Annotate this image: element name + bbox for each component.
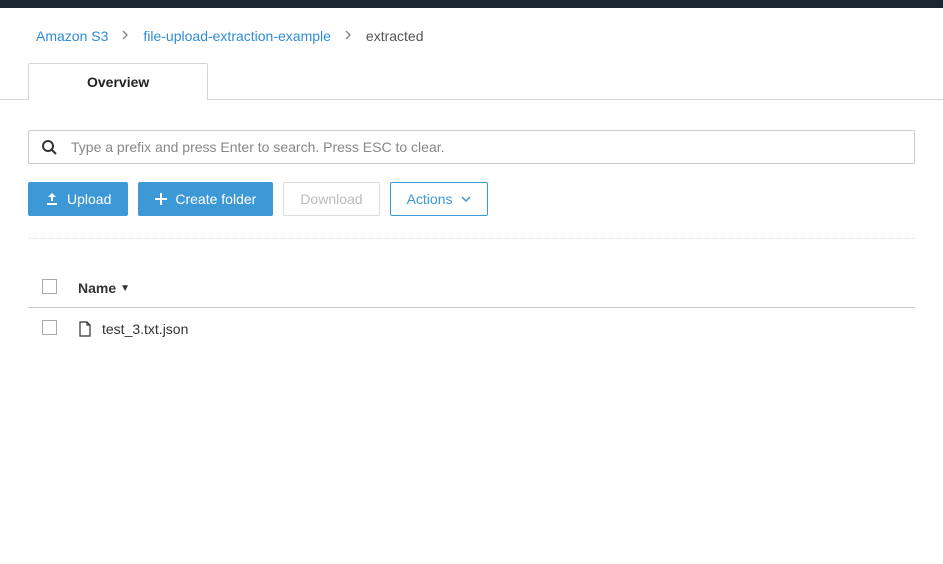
actions-label: Actions (407, 191, 453, 207)
top-bar (0, 0, 943, 8)
table-row[interactable]: test_3.txt.json (28, 308, 915, 350)
search-input[interactable] (71, 139, 902, 155)
upload-icon (45, 192, 59, 206)
object-table: Name ▼ test_3.txt.json (28, 269, 915, 350)
table-header: Name ▼ (28, 269, 915, 308)
upload-button[interactable]: Upload (28, 182, 128, 216)
tab-overview[interactable]: Overview (28, 63, 208, 100)
file-icon (78, 321, 92, 337)
plus-icon (155, 193, 167, 205)
breadcrumb-link-root[interactable]: Amazon S3 (36, 28, 108, 44)
create-folder-label: Create folder (175, 191, 256, 207)
download-button: Download (283, 182, 379, 216)
search-bar (28, 130, 915, 164)
tabs-container: Overview (0, 62, 943, 100)
content-area: Upload Create folder Download Actions (0, 100, 943, 350)
create-folder-button[interactable]: Create folder (138, 182, 273, 216)
search-icon (41, 139, 57, 155)
file-name: test_3.txt.json (102, 321, 188, 337)
chevron-right-icon (122, 29, 129, 43)
sort-caret-icon: ▼ (120, 283, 130, 294)
actions-button[interactable]: Actions (390, 182, 488, 216)
breadcrumb-current: extracted (366, 28, 424, 44)
chevron-right-icon (345, 29, 352, 43)
select-all-checkbox[interactable] (42, 279, 57, 294)
toolbar: Upload Create folder Download Actions (28, 182, 915, 239)
column-header-name[interactable]: Name ▼ (78, 280, 130, 296)
column-name-label: Name (78, 280, 116, 296)
upload-label: Upload (67, 191, 111, 207)
chevron-down-icon (461, 196, 471, 202)
row-checkbox[interactable] (42, 320, 57, 335)
breadcrumb: Amazon S3 file-upload-extraction-example… (0, 8, 943, 62)
breadcrumb-link-bucket[interactable]: file-upload-extraction-example (143, 28, 331, 44)
download-label: Download (300, 191, 362, 207)
